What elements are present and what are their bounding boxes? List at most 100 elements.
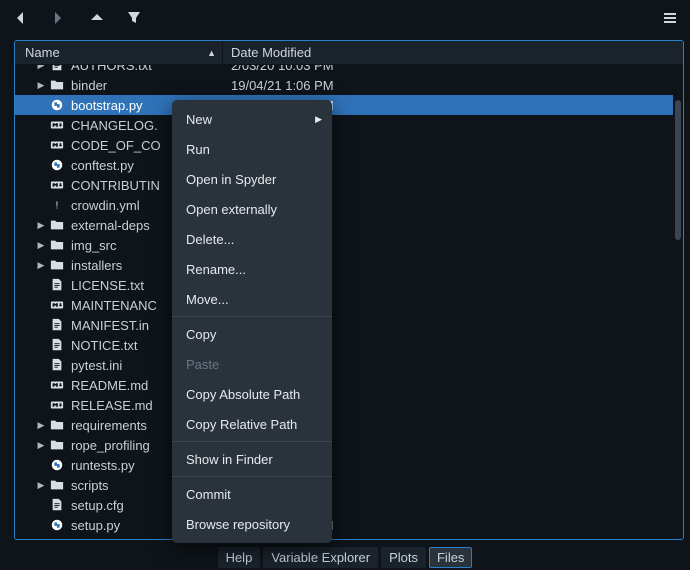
table-row[interactable]: ▶img_srcM <box>15 235 673 255</box>
table-row[interactable]: ▶scripts <box>15 475 673 495</box>
context-menu-separator <box>172 441 332 442</box>
file-icon <box>49 65 65 73</box>
submenu-indicator-icon: ▶ <box>315 114 322 125</box>
date-modified-label: 19/04/21 1:06 PM <box>223 78 334 93</box>
context-menu-item[interactable]: Copy Relative Path <box>172 409 332 439</box>
table-row[interactable]: setup.py19/04/21 1.00 PM <box>15 515 673 535</box>
table-row[interactable]: NOTICE.txtM <box>15 335 673 355</box>
filter-button[interactable] <box>124 7 144 27</box>
expander-icon[interactable]: ▶ <box>35 80 47 91</box>
file-icon <box>49 337 65 353</box>
context-menu-item[interactable]: Show in Finder <box>172 444 332 474</box>
python-icon <box>49 457 65 473</box>
name-cell: ▶ AUTHORS.txt <box>15 65 223 73</box>
file-icon <box>49 357 65 373</box>
context-menu-item-label: Delete... <box>186 232 234 247</box>
table-row[interactable]: MAINTENANC <box>15 295 673 315</box>
expander-icon[interactable]: ▶ <box>35 260 47 271</box>
hamburger-menu-button[interactable] <box>660 7 680 27</box>
tab[interactable]: Files <box>429 547 472 568</box>
file-name-label: binder <box>71 78 223 93</box>
file-pane: Name ▲ Date Modified ▶ AUTHORS.txt2/03/20… <box>14 40 684 540</box>
toolbar <box>0 0 690 34</box>
python-icon <box>49 157 65 173</box>
expander-icon[interactable]: ▶ <box>35 480 47 491</box>
context-menu-item[interactable]: Delete... <box>172 224 332 254</box>
context-menu-item-label: Paste <box>186 357 219 372</box>
sort-asc-icon: ▲ <box>207 48 216 58</box>
table-row[interactable]: README.mdM <box>15 375 673 395</box>
context-menu-item[interactable]: Open externally <box>172 194 332 224</box>
table-row[interactable]: ▶spyder <box>15 535 673 539</box>
table-row[interactable]: runtests.pyM <box>15 455 673 475</box>
table-row[interactable]: setup.cfg <box>15 495 673 515</box>
folder-icon <box>49 417 65 433</box>
table-row[interactable]: ▶requirements <box>15 415 673 435</box>
md-icon <box>49 297 65 313</box>
column-header-row: Name ▲ Date Modified <box>15 41 683 65</box>
context-menu-item-label: Rename... <box>186 262 246 277</box>
context-menu-item-label: Copy <box>186 327 216 342</box>
bottom-tabs: HelpVariable ExplorerPlotsFiles <box>0 544 690 570</box>
context-menu-item-label: Copy Absolute Path <box>186 387 300 402</box>
md-icon <box>49 397 65 413</box>
scrollbar[interactable] <box>675 65 681 537</box>
table-row[interactable]: ▶ binder19/04/21 1:06 PM <box>15 75 673 95</box>
table-row[interactable]: CONTRIBUTINM <box>15 175 673 195</box>
context-menu-item[interactable]: Browse repository <box>172 509 332 539</box>
table-row[interactable]: ▶installers <box>15 255 673 275</box>
context-menu-item[interactable]: Rename... <box>172 254 332 284</box>
context-menu-item-label: Run <box>186 142 210 157</box>
context-menu-item[interactable]: Move... <box>172 284 332 314</box>
table-row[interactable]: ▶external-depsM <box>15 215 673 235</box>
context-menu-item[interactable]: New▶ <box>172 104 332 134</box>
table-row[interactable]: bootstrap.py19/04/21 1.00 PM <box>15 95 673 115</box>
expander-icon[interactable]: ▶ <box>35 440 47 451</box>
context-menu-item[interactable]: Commit <box>172 479 332 509</box>
expander-icon[interactable]: ▶ <box>35 420 47 431</box>
context-menu-item[interactable]: Run <box>172 134 332 164</box>
folder-icon <box>49 217 65 233</box>
table-row[interactable]: CHANGELOG.M <box>15 115 673 135</box>
tab[interactable]: Help <box>218 547 261 568</box>
folder-icon <box>49 537 65 539</box>
column-date-label: Date Modified <box>231 45 311 60</box>
table-row[interactable]: MANIFEST.inM <box>15 315 673 335</box>
expander-icon[interactable]: ▶ <box>35 220 47 231</box>
context-menu-item[interactable]: Copy <box>172 319 332 349</box>
table-row[interactable]: ▶rope_profiling <box>15 435 673 455</box>
column-header-name[interactable]: Name ▲ <box>15 41 223 64</box>
date-modified-label: 2/03/20 10.03 PM <box>223 65 334 73</box>
tab[interactable]: Variable Explorer <box>263 547 378 568</box>
table-row[interactable]: ▶ AUTHORS.txt2/03/20 10.03 PM <box>15 65 673 75</box>
context-menu-separator <box>172 476 332 477</box>
folder-icon <box>49 257 65 273</box>
up-button[interactable] <box>86 7 106 27</box>
scrollbar-thumb[interactable] <box>675 100 681 240</box>
table-row[interactable]: RELEASE.mdM <box>15 395 673 415</box>
column-header-date[interactable]: Date Modified <box>223 45 311 60</box>
table-row[interactable]: CODE_OF_COM <box>15 135 673 155</box>
back-button[interactable] <box>10 7 30 27</box>
file-name-label: AUTHORS.txt <box>71 65 223 73</box>
table-row[interactable]: pytest.iniM <box>15 355 673 375</box>
context-menu-item[interactable]: Open in Spyder <box>172 164 332 194</box>
expander-icon[interactable]: ▶ <box>35 240 47 251</box>
file-list: ▶ AUTHORS.txt2/03/20 10.03 PM ▶ binder19/04… <box>15 65 673 539</box>
context-menu-item-label: Open in Spyder <box>186 172 276 187</box>
expander-icon[interactable]: ▶ <box>35 65 47 71</box>
context-menu-item-label: Browse repository <box>186 517 290 532</box>
folder-icon <box>49 437 65 453</box>
md-icon <box>49 137 65 153</box>
table-row[interactable]: crowdin.ymlM <box>15 195 673 215</box>
md-icon <box>49 377 65 393</box>
context-menu-item[interactable]: Copy Absolute Path <box>172 379 332 409</box>
folder-icon <box>49 477 65 493</box>
table-row[interactable]: LICENSE.txtM <box>15 275 673 295</box>
table-row[interactable]: conftest.pyM <box>15 155 673 175</box>
forward-button[interactable] <box>48 7 68 27</box>
context-menu-item-label: Commit <box>186 487 231 502</box>
md-icon <box>49 177 65 193</box>
tab[interactable]: Plots <box>381 547 426 568</box>
folder-icon <box>49 77 65 93</box>
